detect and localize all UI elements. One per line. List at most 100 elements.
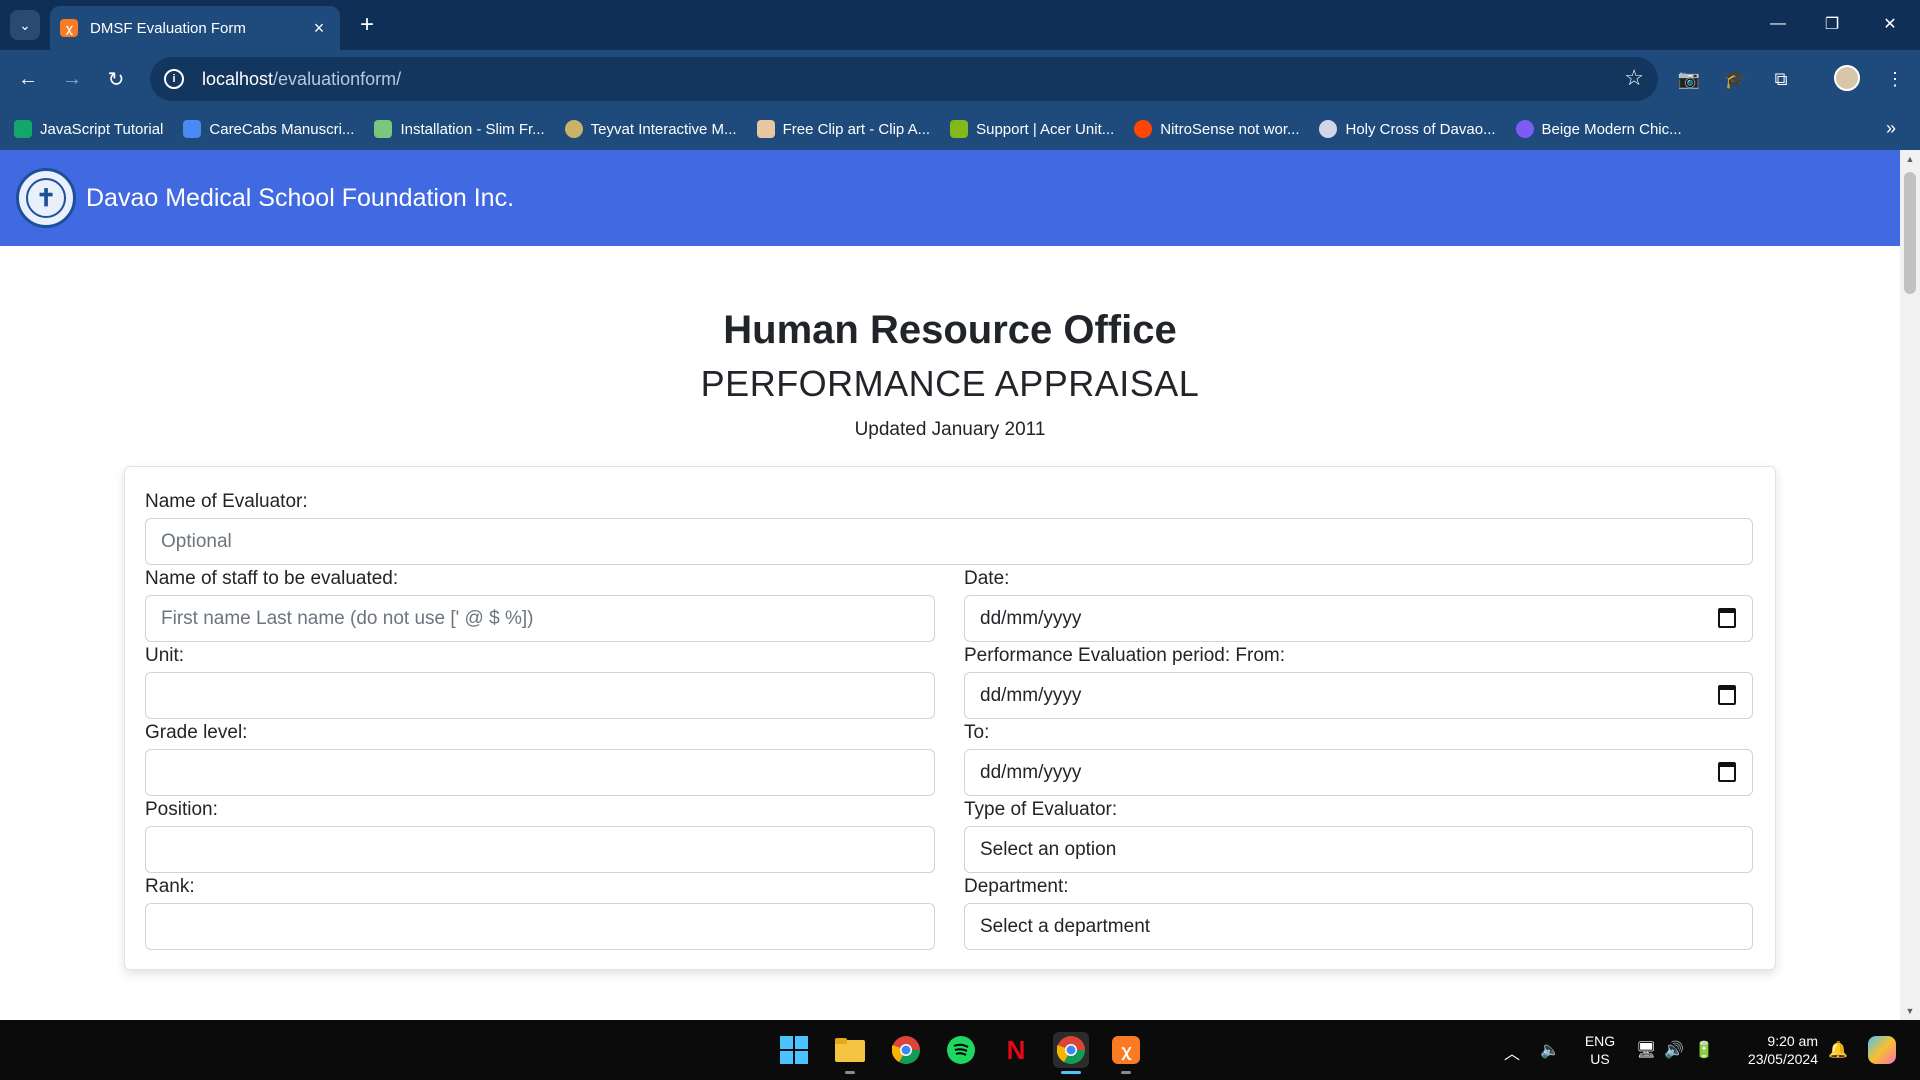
position-label: Position: <box>145 799 218 820</box>
staff-name-input[interactable]: First name Last name (do not use [' @ $ … <box>145 595 935 642</box>
cross-icon: ✝ <box>26 178 66 218</box>
period-from-input[interactable]: dd/mm/yyyy <box>964 672 1753 719</box>
department-label: Department: <box>964 876 1069 897</box>
close-window-icon[interactable]: ✕ <box>1870 8 1910 40</box>
bookmark-item[interactable]: Teyvat Interactive M... <box>564 120 737 138</box>
calendar-icon[interactable] <box>1718 608 1736 628</box>
evaluator-label: Name of Evaluator: <box>145 491 308 512</box>
chrome-icon[interactable] <box>888 1032 924 1068</box>
page-scrollbar[interactable]: ▲ ▼ <box>1900 150 1920 1020</box>
notification-bell-icon[interactable]: 🔔 <box>1828 1040 1848 1060</box>
address-bar[interactable]: i localhost /evaluationform/ ☆ <box>150 57 1658 101</box>
scroll-up-icon[interactable]: ▲ <box>1904 154 1916 164</box>
browser-toolbar: ← → ↻ i localhost /evaluationform/ ☆ 📷 🎓… <box>0 50 1920 108</box>
restore-icon[interactable]: ❐ <box>1812 8 1852 40</box>
department-select[interactable]: Select a department <box>964 903 1753 950</box>
position-input[interactable] <box>145 826 935 873</box>
battery-icon[interactable]: 🔋 <box>1694 1040 1714 1060</box>
period-to-value: dd/mm/yyyy <box>980 761 1082 783</box>
unit-label: Unit: <box>145 645 185 666</box>
bookmark-item[interactable]: Holy Cross of Davao... <box>1319 120 1496 138</box>
tab-search-icon[interactable]: ⌄ <box>10 10 40 40</box>
page-heading: Human Resource Office PERFORMANCE APPRAI… <box>0 306 1900 442</box>
period-to-input[interactable]: dd/mm/yyyy <box>964 749 1753 796</box>
tab-title: DMSF Evaluation Form <box>90 19 246 37</box>
active-indicator <box>1061 1071 1081 1074</box>
clock[interactable]: 9:20 am 23/05/2024 <box>1732 1032 1818 1068</box>
forward-icon[interactable]: → <box>56 63 88 95</box>
input-language[interactable]: ENG US <box>1580 1032 1620 1068</box>
bookmark-favicon-icon <box>1319 120 1338 138</box>
speaker-icon[interactable]: 🔊 <box>1664 1040 1684 1060</box>
copilot-icon[interactable] <box>1864 1032 1900 1068</box>
volume-device-icon[interactable]: 🔈 <box>1540 1040 1560 1060</box>
unit-input[interactable] <box>145 672 935 719</box>
bookmark-item[interactable]: Beige Modern Chic... <box>1515 120 1682 138</box>
scroll-thumb[interactable] <box>1904 172 1916 294</box>
period-to-label: To: <box>964 722 990 743</box>
evaluator-name-input[interactable]: Optional <box>145 518 1753 565</box>
chrome-active-icon[interactable] <box>1053 1032 1089 1074</box>
page-title: PERFORMANCE APPRAISAL <box>700 363 1200 404</box>
site-header: ✝ Davao Medical School Foundation Inc. <box>0 150 1900 246</box>
network-icon[interactable]: 🖥 <box>1636 1040 1656 1060</box>
browser-tab[interactable]: ꭓ DMSF Evaluation Form × <box>50 6 340 50</box>
bookmark-item[interactable]: Installation - Slim Fr... <box>374 120 545 138</box>
bookmark-favicon-icon <box>14 120 32 138</box>
grade-label: Grade level: <box>145 722 248 743</box>
bookmark-star-icon[interactable]: ☆ <box>1624 65 1644 91</box>
bookmark-favicon-icon <box>950 120 969 138</box>
rank-label: Rank: <box>145 876 195 897</box>
new-tab-icon[interactable]: + <box>352 10 382 40</box>
xampp-icon[interactable]: ꭓ <box>1108 1032 1144 1074</box>
bookmark-favicon-icon <box>1134 120 1153 138</box>
extensions-puzzle-icon[interactable]: ⧉ <box>1766 64 1796 94</box>
menu-kebab-icon[interactable]: ⋮ <box>1880 64 1910 94</box>
profile-avatar[interactable] <box>1834 65 1860 91</box>
file-explorer-icon[interactable] <box>832 1032 868 1074</box>
site-title: Davao Medical School Foundation Inc. <box>86 183 515 212</box>
page-viewport: ✝ Davao Medical School Foundation Inc. H… <box>0 150 1920 1020</box>
date-label: Date: <box>964 568 1010 589</box>
camera-icon[interactable]: 📷 <box>1674 64 1704 94</box>
bookmark-item[interactable]: Support | Acer Unit... <box>950 120 1114 138</box>
evaluator-type-select[interactable]: Select an option <box>964 826 1753 873</box>
bookmark-favicon-icon <box>756 120 775 138</box>
tab-strip: ⌄ ꭓ DMSF Evaluation Form × + — ❐ ✕ <box>0 0 1920 50</box>
period-from-value: dd/mm/yyyy <box>980 684 1082 706</box>
scroll-down-icon[interactable]: ▼ <box>1904 1006 1916 1016</box>
bookmark-item[interactable]: Free Clip art - Clip A... <box>756 120 930 138</box>
netflix-icon[interactable]: N <box>998 1032 1034 1068</box>
running-indicator <box>1121 1071 1131 1074</box>
reload-icon[interactable]: ↻ <box>100 63 132 95</box>
bookmark-favicon-icon <box>183 120 202 138</box>
xampp-glyph: ꭓ <box>1112 1036 1140 1064</box>
xampp-favicon-icon: ꭓ <box>60 19 78 37</box>
netflix-glyph: N <box>1006 1034 1026 1065</box>
start-windows-icon[interactable] <box>776 1032 812 1068</box>
bookmark-item[interactable]: JavaScript Tutorial <box>14 120 163 138</box>
bookmark-item[interactable]: CareCabs Manuscri... <box>183 120 354 138</box>
show-hidden-icons-icon[interactable]: ︿ <box>1504 1040 1520 1064</box>
more-bookmarks-icon[interactable]: » <box>1886 118 1896 139</box>
spotify-icon[interactable] <box>943 1032 979 1068</box>
date-input-value: dd/mm/yyyy <box>980 607 1082 629</box>
windows-taskbar: N ꭓ ︿ 🔈 ENG US 🖥 🔊 🔋 9:20 am 23/05/2024 … <box>0 1020 1920 1080</box>
url-host: localhost <box>202 68 274 89</box>
date-input[interactable]: dd/mm/yyyy <box>964 595 1753 642</box>
bookmark-item[interactable]: NitroSense not wor... <box>1134 120 1299 138</box>
grade-level-input[interactable] <box>145 749 935 796</box>
minimize-icon[interactable]: — <box>1758 8 1798 40</box>
copilot-glyph <box>1868 1036 1896 1064</box>
site-info-icon[interactable]: i <box>164 69 184 89</box>
bookmark-favicon-icon <box>1515 120 1534 138</box>
office-title: Human Resource Office <box>723 308 1177 352</box>
evaluator-type-label: Type of Evaluator: <box>964 799 1118 820</box>
back-icon[interactable]: ← <box>12 63 44 95</box>
close-tab-icon[interactable]: × <box>308 18 330 39</box>
running-indicator <box>845 1071 855 1074</box>
calendar-icon[interactable] <box>1718 685 1736 705</box>
calendar-icon[interactable] <box>1718 762 1736 782</box>
extension-hat-icon[interactable]: 🎓 <box>1720 64 1750 94</box>
rank-input[interactable] <box>145 903 935 950</box>
